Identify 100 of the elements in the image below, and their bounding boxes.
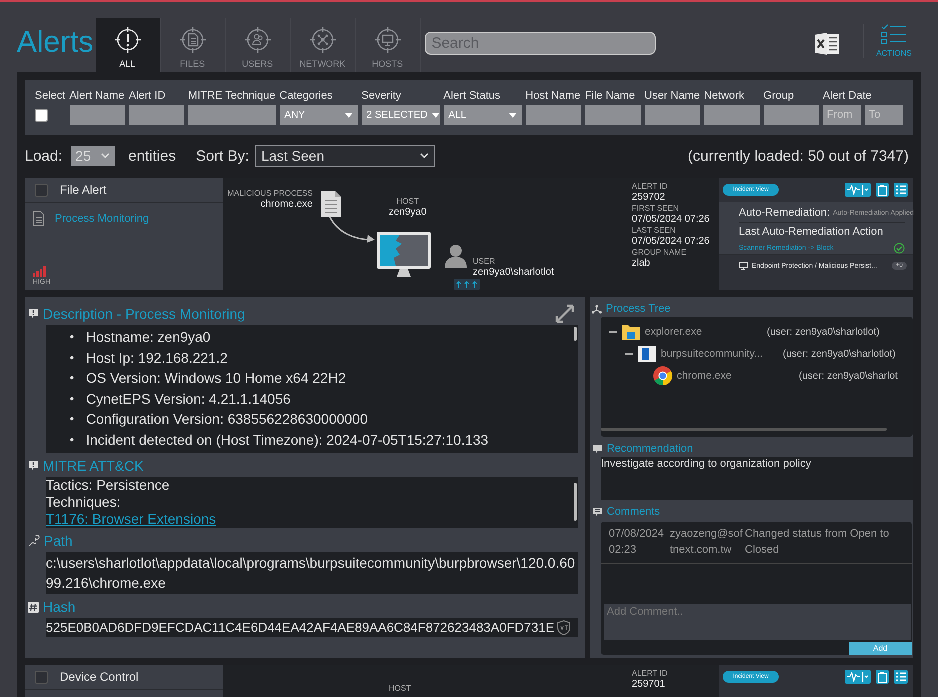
actions-button[interactable]: ACTIONS <box>863 24 912 58</box>
bullet-marker: • <box>70 370 74 387</box>
bullet-marker: • <box>70 432 74 448</box>
entities-label: entities <box>128 148 176 164</box>
dropdown-value: Last Seen <box>261 148 324 164</box>
tactics-text: Tactics: Persistence <box>46 477 170 494</box>
filter-label: Select <box>35 90 66 102</box>
dropdown-value: 25 <box>76 148 92 164</box>
technique-link[interactable]: T1176: Browser Extensions <box>46 511 216 528</box>
filter-label: Group <box>764 90 796 102</box>
field-value: chrome.exe <box>260 199 313 210</box>
filter-label: MITRE Technique <box>188 90 276 102</box>
list-button[interactable] <box>894 183 908 197</box>
filter-label: Categories <box>280 90 334 102</box>
up-arrows-icon[interactable] <box>454 279 480 290</box>
list-item: Hostname: zen9ya0 <box>86 328 211 347</box>
filter-label: Alert Name <box>70 90 125 102</box>
list-icon <box>896 672 906 682</box>
filter-field[interactable] <box>585 105 640 125</box>
path-text: c:\users\sharlotlot\appdata\local\programs\burpsuitecommunity\burpbrowser\120.0.6099.216\chrome.exe <box>46 552 578 594</box>
dropdown-value: ALL <box>448 110 466 120</box>
scrollbar-thumb[interactable] <box>574 483 577 521</box>
list-item: Configuration Version: 638556228630000000 <box>86 410 368 429</box>
comment-field[interactable]: Add Comment.. <box>604 604 911 640</box>
bullet-marker: • <box>70 390 74 408</box>
filter-label: Alert Date <box>822 90 873 102</box>
dropdown[interactable]: ANY <box>280 105 358 125</box>
date-from-field[interactable]: From <box>822 105 861 125</box>
filter-field[interactable] <box>764 105 819 125</box>
shield-icon[interactable] <box>556 620 571 636</box>
process-name[interactable]: explorer.exe <box>645 326 763 338</box>
file-icon <box>178 26 207 54</box>
section-title: MITRE ATT&CK <box>43 458 144 474</box>
caret-icon <box>420 153 430 159</box>
timeline-dropdown-button[interactable] <box>845 183 871 197</box>
severity-bars-icon <box>33 266 46 277</box>
checkbox[interactable] <box>35 670 48 684</box>
field-label: GROUP NAME <box>632 248 688 258</box>
process-name[interactable]: burpsuitecommunity... <box>661 348 779 360</box>
section-title: Path <box>44 533 73 549</box>
field-value: zen9ya0\sharlotlot <box>473 267 554 278</box>
timeline-dropdown-button[interactable] <box>845 670 871 684</box>
field-value: 07/05/2024 07:26 <box>632 236 710 248</box>
remediation-label: Auto-Remediation: <box>739 207 830 219</box>
filter-label: Network <box>704 90 746 102</box>
monitor-icon <box>739 262 748 270</box>
list-button[interactable] <box>894 670 908 684</box>
filter-field[interactable] <box>644 105 700 125</box>
filter-field[interactable] <box>70 105 125 125</box>
tab[interactable]: ALL <box>96 18 161 72</box>
dropdown-value: 2 SELECTED <box>366 110 428 120</box>
date-to-field[interactable]: To <box>864 105 903 125</box>
filter-label: User Name <box>644 90 700 102</box>
process-user: (user: zen9ya0\sharlotlot) <box>767 326 880 338</box>
pulse-icon <box>847 185 869 195</box>
sort-dropdown[interactable]: Last Seen <box>255 145 436 167</box>
dropdown[interactable]: ALL <box>444 105 522 125</box>
spreadsheet-export-icon[interactable] <box>813 30 842 58</box>
expand-icon[interactable] <box>554 303 576 325</box>
loaded-summary: (currently loaded: 50 out of 7347) <box>688 148 909 164</box>
folder-icon <box>621 323 641 341</box>
bullet-marker: • <box>70 329 74 346</box>
section-title: Recommendation <box>607 443 694 455</box>
clipboard-icon <box>878 184 887 196</box>
field-label: FIRST SEEN <box>632 204 680 214</box>
clipboard-button[interactable] <box>876 183 889 197</box>
checkbox[interactable] <box>35 184 48 196</box>
list-item: OS Version: Windows 10 Home x64 22H2 <box>86 369 346 388</box>
filter-field[interactable] <box>188 105 276 125</box>
filter-field[interactable] <box>526 105 582 125</box>
load-label: Load: <box>25 148 63 164</box>
network-icon <box>308 26 337 54</box>
caret-icon <box>344 112 353 118</box>
users-icon <box>244 26 272 54</box>
category-link[interactable]: Process Monitoring <box>55 213 150 225</box>
document-icon <box>33 211 45 227</box>
field-value: zlab <box>632 258 652 270</box>
alert-icon <box>114 26 142 54</box>
clipboard-button[interactable] <box>876 670 889 684</box>
dropdown[interactable]: 2 SELECTED <box>362 105 440 125</box>
page-title: Alerts <box>17 26 94 60</box>
process-name[interactable]: chrome.exe <box>677 370 795 382</box>
section-title: Description - Process Monitoring <box>43 306 246 322</box>
filter-label: Alert ID <box>129 90 167 102</box>
recommendation-text: Investigate according to organization policy <box>601 457 913 500</box>
list-item: Host Ip: 192.168.221.2 <box>86 348 228 368</box>
caret-icon <box>432 112 440 118</box>
scrollbar-thumb[interactable] <box>601 428 887 431</box>
filter-field[interactable] <box>129 105 184 125</box>
sort-label: Sort By: <box>196 148 250 164</box>
entities-dropdown[interactable]: 25 <box>70 146 115 166</box>
add-button[interactable]: Add <box>849 642 912 655</box>
monitor-icon <box>374 26 402 54</box>
scrollbar-thumb[interactable] <box>574 327 577 341</box>
list-item: CynetEPS Version: 4.21.1.14056 <box>86 390 291 409</box>
filter-label: Severity <box>362 90 402 102</box>
caret-icon <box>100 153 110 159</box>
filter-field[interactable] <box>704 105 760 125</box>
monitor-icon <box>376 231 432 279</box>
checkbox[interactable] <box>35 109 48 122</box>
